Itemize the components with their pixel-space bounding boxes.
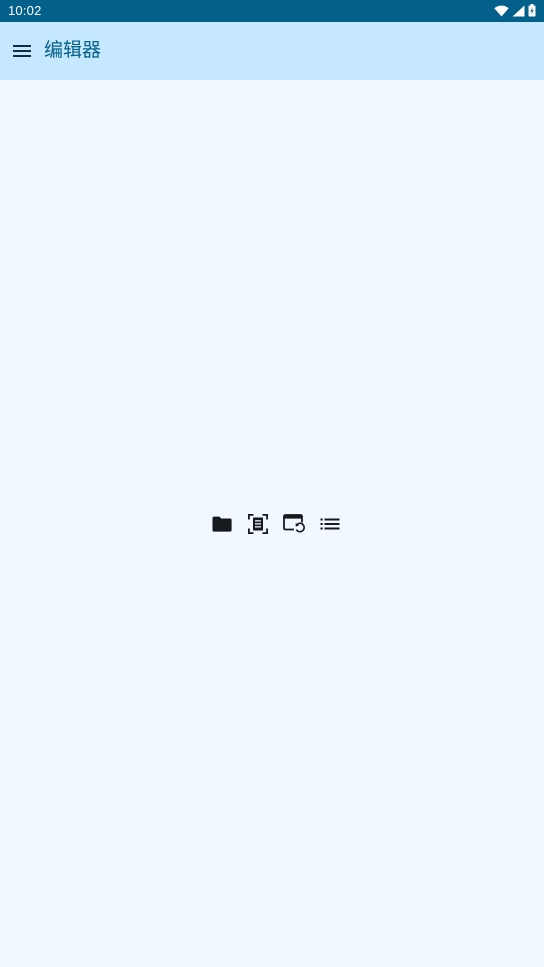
open-folder-button[interactable] — [204, 511, 240, 537]
list-icon — [320, 517, 340, 531]
status-bar: 10:02 — [0, 0, 544, 22]
status-time: 10:02 — [8, 3, 42, 18]
status-icons — [494, 3, 536, 19]
document-scan-button[interactable] — [240, 511, 276, 537]
document-scan-icon — [248, 514, 268, 534]
list-button[interactable] — [312, 511, 348, 537]
page-title: 编辑器 — [44, 39, 102, 61]
app-bar: 编辑器 — [0, 22, 544, 80]
hamburger-menu-icon — [13, 42, 31, 61]
center-toolbar — [204, 511, 348, 537]
wifi-icon — [494, 2, 509, 21]
menu-button[interactable] — [0, 22, 44, 80]
window-restore-icon — [283, 514, 305, 534]
battery-charging-icon — [528, 2, 536, 21]
folder-icon — [212, 516, 232, 532]
cellular-signal-icon — [512, 2, 525, 21]
window-restore-button[interactable] — [276, 511, 312, 537]
